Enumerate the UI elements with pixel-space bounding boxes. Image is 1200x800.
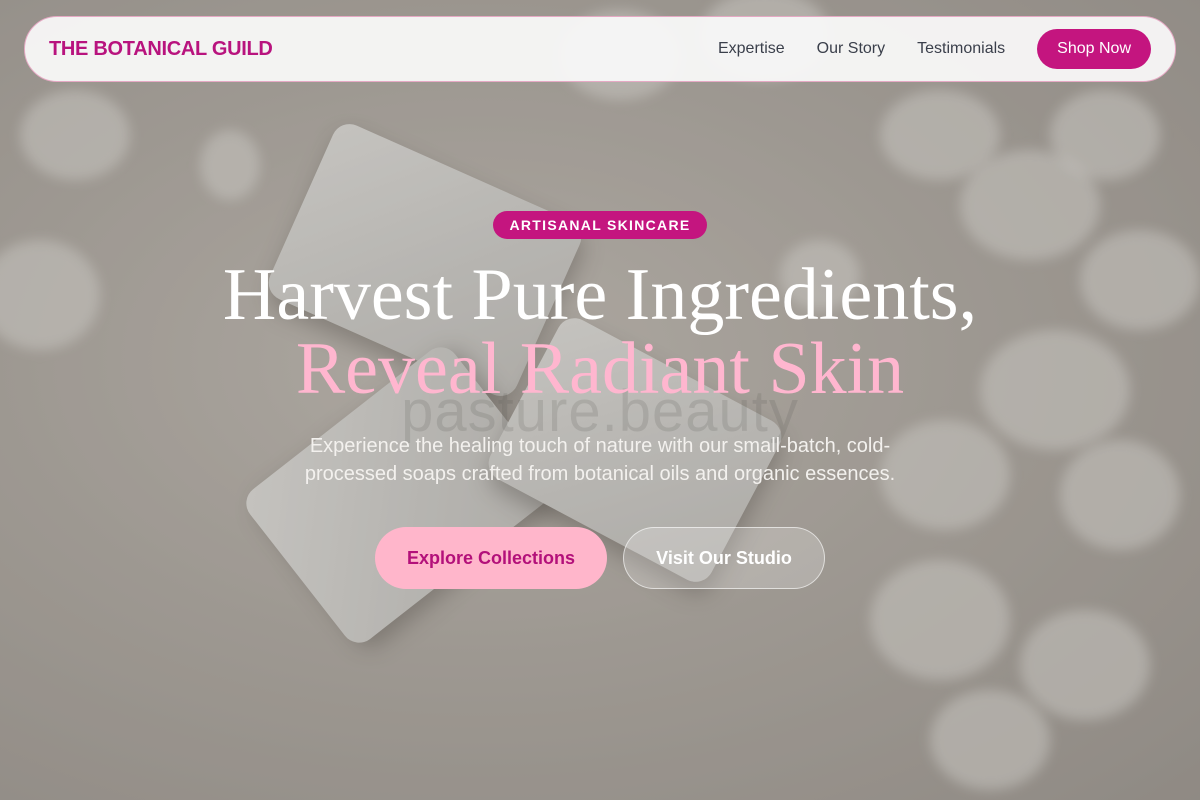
hero-subtitle: Experience the healing touch of nature w… bbox=[304, 435, 896, 485]
hero-headline: Harvest Pure Ingredients, Reveal Radiant… bbox=[0, 258, 1200, 406]
hero-headline-line-2: Reveal Radiant Skin bbox=[295, 328, 905, 410]
explore-collections-button[interactable]: Explore Collections bbox=[375, 527, 607, 589]
hero-headline-line-1: Harvest Pure Ingredients, bbox=[222, 254, 978, 336]
hero-section: ARTISANAL SKINCARE Harvest Pure Ingredie… bbox=[0, 0, 1200, 800]
category-badge: ARTISANAL SKINCARE bbox=[493, 211, 707, 239]
visit-studio-button[interactable]: Visit Our Studio bbox=[623, 527, 825, 589]
